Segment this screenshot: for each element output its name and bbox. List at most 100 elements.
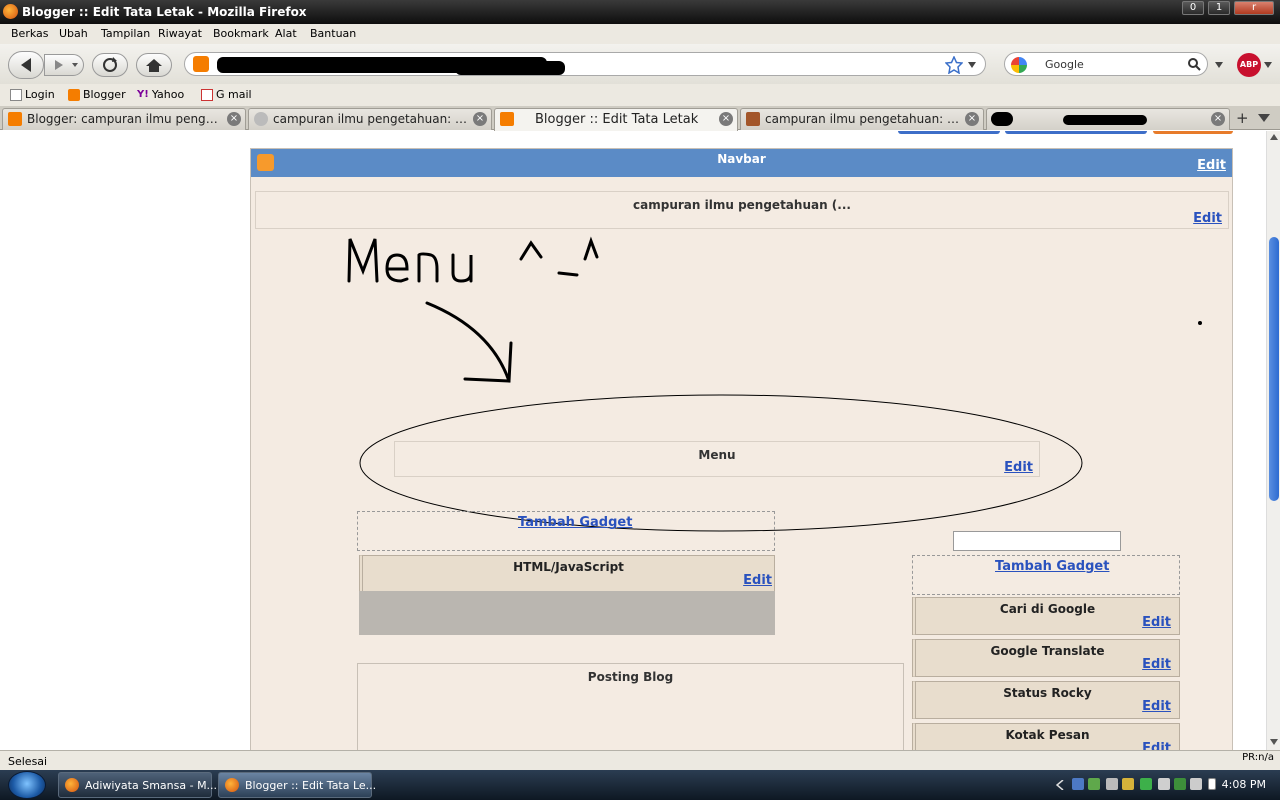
add-gadget-link-right[interactable]: Tambah Gadget bbox=[995, 559, 1109, 574]
redacted-favicon bbox=[991, 112, 1013, 126]
blogger-favicon-icon bbox=[500, 112, 514, 126]
minimize-button[interactable]: 0 bbox=[1182, 1, 1204, 15]
redacted-tab-label bbox=[1063, 115, 1147, 125]
tab-list-icon[interactable] bbox=[1257, 113, 1271, 123]
google-icon bbox=[1011, 57, 1027, 73]
bookmark-yahoo-label: Yahoo bbox=[151, 88, 185, 101]
loading-icon bbox=[254, 112, 268, 126]
scroll-down-icon[interactable] bbox=[1270, 739, 1278, 745]
tab-close-icon[interactable]: × bbox=[965, 112, 979, 126]
taskbar-item-adiwiyata[interactable]: Adiwiyata Smansa - M... bbox=[58, 772, 217, 798]
menu-bookmark[interactable]: Bookmark bbox=[213, 27, 269, 40]
header-edit-link[interactable]: Edit bbox=[1193, 211, 1222, 226]
firefox-icon bbox=[65, 778, 79, 792]
abp-dropdown-icon[interactable] bbox=[1264, 61, 1272, 69]
scrollbar-thumb[interactable] bbox=[1269, 237, 1279, 501]
menu-berkas[interactable]: Berkas bbox=[11, 27, 49, 40]
firefox-icon bbox=[3, 4, 18, 19]
sidebar-widget-kotak-pesan: Kotak Pesan Edit bbox=[912, 723, 1180, 750]
sidebar-widget-edit-link[interactable]: Edit bbox=[1142, 657, 1171, 672]
html-javascript-title: HTML/JavaScript bbox=[513, 560, 624, 574]
bookmark-login[interactable]: Login bbox=[10, 88, 55, 101]
tab-edit-tata-letak[interactable]: Blogger :: Edit Tata Letak × bbox=[494, 108, 738, 131]
tab-blogger-dashboard[interactable]: Blogger: campuran ilmu pengetah... × bbox=[2, 108, 246, 130]
sidebar-widget-cari-google: Cari di Google Edit bbox=[912, 597, 1180, 635]
home-button[interactable] bbox=[136, 53, 172, 77]
messenger-icon[interactable] bbox=[1122, 778, 1134, 790]
sidebar-widget-status-rocky: Status Rocky Edit bbox=[912, 681, 1180, 719]
tab-close-icon[interactable]: × bbox=[227, 112, 241, 126]
tab-campuran-1[interactable]: campuran ilmu pengetahuan: Siap... × bbox=[248, 108, 492, 130]
sidebar-empty-field[interactable] bbox=[953, 531, 1121, 551]
bookmarks-toolbar: Login Blogger Y! Yahoo G mail bbox=[0, 84, 1280, 106]
add-gadget-area-left: Tambah Gadget bbox=[357, 511, 775, 551]
back-button[interactable] bbox=[8, 51, 44, 79]
status-bar: Selesai PR:n/a bbox=[0, 750, 1280, 770]
menu-alat[interactable]: Alat bbox=[275, 27, 297, 40]
reload-button[interactable] bbox=[92, 53, 128, 77]
add-gadget-link-left[interactable]: Tambah Gadget bbox=[518, 515, 632, 530]
back-arrow-icon bbox=[21, 58, 31, 72]
tab-redacted[interactable]: × bbox=[986, 108, 1230, 130]
blogger-icon bbox=[68, 88, 80, 101]
forward-arrow-icon bbox=[55, 60, 78, 70]
search-icon[interactable] bbox=[1187, 57, 1201, 71]
sidebar-widget-edit-link[interactable]: Edit bbox=[1142, 615, 1171, 630]
monitor-icon[interactable] bbox=[1106, 778, 1118, 790]
taskbar-item-blogger[interactable]: Blogger :: Edit Tata Le... bbox=[218, 772, 376, 798]
menu-riwayat[interactable]: Riwayat bbox=[158, 27, 202, 40]
tab-label: campuran ilmu pengetahuan: Siap... bbox=[273, 112, 469, 126]
button-edge bbox=[1153, 131, 1233, 134]
sidebar-widget-title: Status Rocky bbox=[1003, 686, 1092, 700]
menu-bantuan[interactable]: Bantuan bbox=[310, 27, 356, 40]
navigation-toolbar: Google ABP bbox=[0, 44, 1280, 84]
tab-campuran-2[interactable]: campuran ilmu pengetahuan: Siap... × bbox=[740, 108, 984, 130]
search-dropdown-icon[interactable] bbox=[1214, 61, 1224, 69]
battery-meter-icon[interactable] bbox=[1174, 778, 1186, 790]
clock[interactable]: 4:08 PM bbox=[1222, 778, 1266, 791]
display-icon[interactable] bbox=[1158, 778, 1170, 790]
network-icon[interactable] bbox=[1072, 778, 1084, 790]
vertical-scrollbar[interactable] bbox=[1266, 131, 1280, 750]
blogger-favicon-icon bbox=[193, 56, 209, 72]
bookmark-login-label: Login bbox=[25, 88, 55, 101]
url-dropdown-icon[interactable] bbox=[967, 61, 977, 69]
volume-icon[interactable] bbox=[1190, 778, 1202, 790]
forward-button[interactable] bbox=[44, 54, 84, 76]
maximize-button[interactable]: 1 bbox=[1208, 1, 1230, 15]
tab-close-icon[interactable]: × bbox=[1211, 112, 1225, 126]
url-bar[interactable] bbox=[184, 52, 986, 76]
new-tab-button[interactable]: + bbox=[1236, 109, 1249, 127]
bookmark-star-icon[interactable] bbox=[945, 56, 963, 74]
sidebar-widget-edit-link[interactable]: Edit bbox=[1142, 741, 1171, 750]
taskbar-item-label: Adiwiyata Smansa - M... bbox=[85, 779, 218, 792]
menu-tampilan[interactable]: Tampilan bbox=[101, 27, 150, 40]
search-bar[interactable]: Google bbox=[1004, 52, 1208, 76]
adblock-plus-icon[interactable]: ABP bbox=[1237, 53, 1261, 77]
tab-close-icon[interactable]: × bbox=[719, 112, 733, 126]
bookmark-blogger[interactable]: Blogger bbox=[68, 88, 126, 101]
redacted-url-part bbox=[455, 61, 565, 75]
scroll-up-icon[interactable] bbox=[1270, 134, 1278, 140]
gmail-icon bbox=[201, 88, 213, 101]
antivirus-icon[interactable] bbox=[1088, 778, 1100, 790]
yahoo-icon: Y! bbox=[137, 89, 149, 100]
battery-icon[interactable] bbox=[1208, 778, 1216, 790]
window-title-bar: Blogger :: Edit Tata Letak - Mozilla Fir… bbox=[0, 0, 1280, 24]
signal-icon[interactable] bbox=[1140, 778, 1152, 790]
sidebar-widget-edit-link[interactable]: Edit bbox=[1142, 699, 1171, 714]
tab-close-icon[interactable]: × bbox=[473, 112, 487, 126]
bookmark-yahoo[interactable]: Y! Yahoo bbox=[137, 88, 184, 101]
tab-label: campuran ilmu pengetahuan: Siap... bbox=[765, 112, 961, 126]
close-button[interactable]: r bbox=[1234, 1, 1274, 15]
tray-expand-icon[interactable] bbox=[1056, 780, 1064, 790]
navbar-edit-link[interactable]: Edit bbox=[1197, 158, 1226, 173]
sidebar-widget-title: Kotak Pesan bbox=[1005, 728, 1090, 742]
menu-ubah[interactable]: Ubah bbox=[59, 27, 88, 40]
html-javascript-edit-link[interactable]: Edit bbox=[743, 573, 772, 588]
bookmark-gmail[interactable]: G mail bbox=[201, 88, 252, 101]
home-icon bbox=[146, 59, 162, 72]
status-text: Selesai bbox=[8, 755, 48, 768]
pagerank-indicator: PR:n/a bbox=[1242, 752, 1274, 763]
start-button-icon[interactable] bbox=[8, 771, 46, 799]
